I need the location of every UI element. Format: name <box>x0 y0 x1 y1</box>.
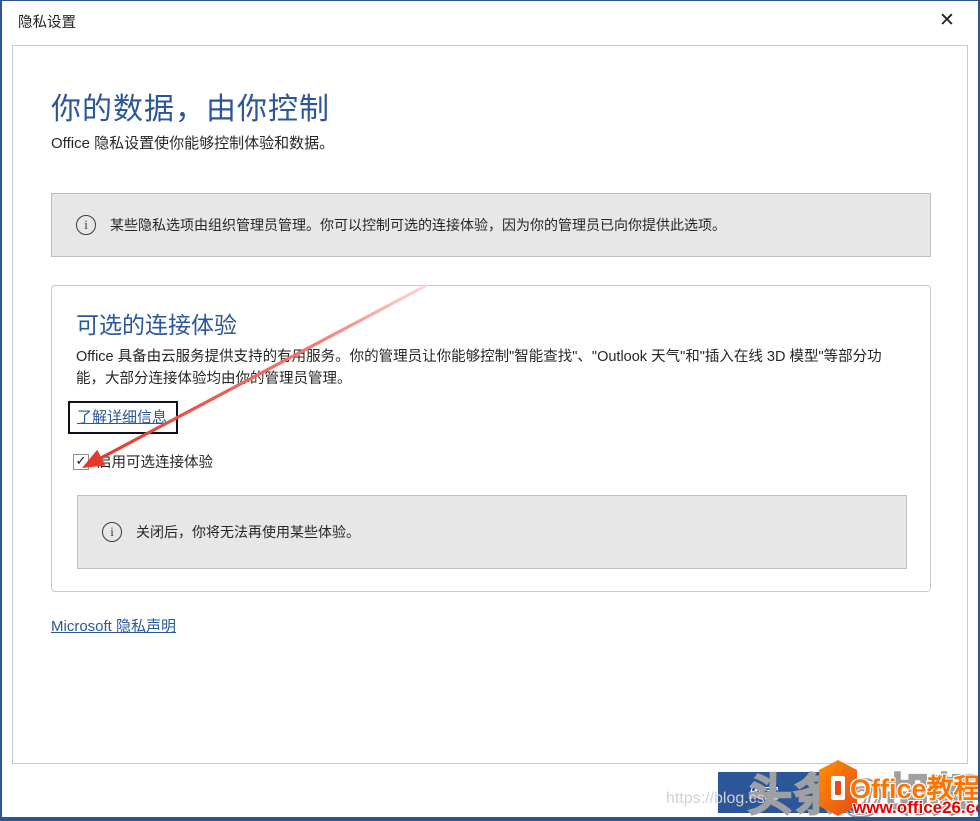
ok-button[interactable]: 确定 <box>718 772 855 813</box>
checkmark-icon: ✓ <box>76 454 87 467</box>
admin-managed-notice: i 某些隐私选项由组织管理员管理。你可以控制可选的连接体验，因为你的管理员已向你… <box>51 193 931 257</box>
titlebar: 隐私设置 ✕ <box>2 1 978 43</box>
microsoft-privacy-statement-link[interactable]: Microsoft 隐私声明 <box>51 615 176 636</box>
learn-more-link[interactable]: 了解详细信息 <box>77 409 167 426</box>
info-icon-glyph: i <box>110 524 114 540</box>
enable-optional-experiences-checkbox[interactable]: ✓ <box>73 454 89 470</box>
watermark-site-name: Office教程网 <box>850 767 980 806</box>
learn-more-highlight-box: 了解详细信息 <box>68 401 178 434</box>
info-icon-glyph: i <box>84 217 88 233</box>
close-icon[interactable]: ✕ <box>932 5 962 35</box>
info-icon: i <box>102 522 122 542</box>
optional-connected-experiences-section: 可选的连接体验 Office 具备由云服务提供支持的有用服务。你的管理员让你能够… <box>51 285 931 592</box>
checkbox-label: 启用可选连接体验 <box>97 451 213 472</box>
page-title: 你的数据，由你控制 <box>51 84 330 128</box>
turn-off-warning-text: 关闭后，你将无法再使用某些体验。 <box>136 522 360 542</box>
info-icon: i <box>76 215 96 235</box>
section-title: 可选的连接体验 <box>76 306 237 340</box>
admin-managed-notice-text: 某些隐私选项由组织管理员管理。你可以控制可选的连接体验，因为你的管理员已向你提供… <box>110 215 726 235</box>
watermark-site-url: www.office26.com <box>853 798 980 818</box>
privacy-settings-dialog: 隐私设置 ✕ 你的数据，由你控制 Office 隐私设置使你能够控制体验和数据。… <box>0 0 980 821</box>
page-subtitle: Office 隐私设置使你能够控制体验和数据。 <box>51 132 334 153</box>
content-panel: 你的数据，由你控制 Office 隐私设置使你能够控制体验和数据。 i 某些隐私… <box>12 45 968 764</box>
section-description: Office 具备由云服务提供支持的有用服务。你的管理员让你能够控制"智能查找"… <box>76 346 908 390</box>
window-title: 隐私设置 <box>18 11 76 32</box>
turn-off-warning-notice: i 关闭后，你将无法再使用某些体验。 <box>77 495 907 569</box>
enable-optional-experiences-row[interactable]: ✓ 启用可选连接体验 <box>73 451 213 472</box>
